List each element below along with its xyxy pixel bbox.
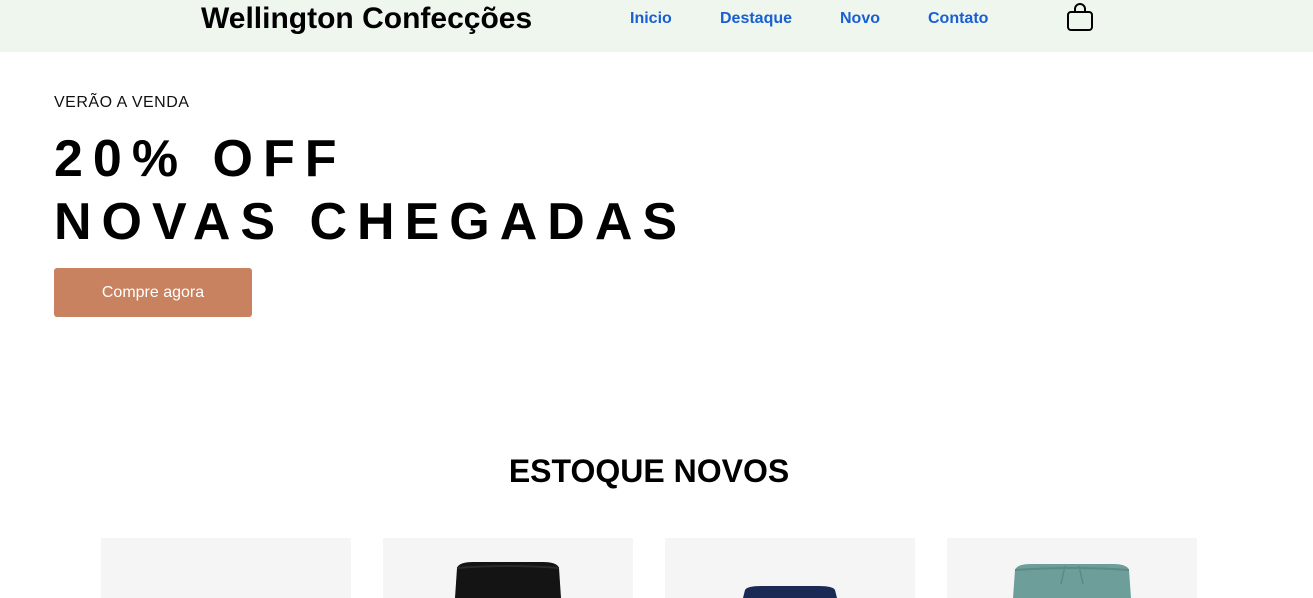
nav-link-inicio[interactable]: Inicio <box>630 9 672 29</box>
nav-link-novo[interactable]: Novo <box>840 9 880 29</box>
shopping-bag-icon[interactable] <box>1066 2 1094 32</box>
product-card[interactable] <box>947 538 1197 598</box>
product-card[interactable] <box>383 538 633 598</box>
hero-kicker: VERÃO A VENDA <box>54 94 190 111</box>
teal-shorts-image <box>1013 564 1131 598</box>
section-title: ESTOQUE NOVOS <box>508 453 790 489</box>
nav-link-contato[interactable]: Contato <box>928 9 988 29</box>
site-header: Wellington Confecções Inicio Destaque No… <box>0 0 1313 52</box>
shop-now-button[interactable]: Compre agora <box>54 268 252 317</box>
brand-logo[interactable]: Wellington Confecções <box>201 1 532 37</box>
hero-discount-heading: 20% OFF <box>54 130 347 188</box>
black-shorts-image <box>455 562 561 598</box>
navy-shorts-image <box>743 586 837 598</box>
product-card[interactable] <box>665 538 915 598</box>
product-card[interactable] <box>101 538 351 598</box>
nav-link-destaque[interactable]: Destaque <box>720 9 792 29</box>
hero-arrivals-heading: NOVAS CHEGADAS <box>54 193 688 251</box>
